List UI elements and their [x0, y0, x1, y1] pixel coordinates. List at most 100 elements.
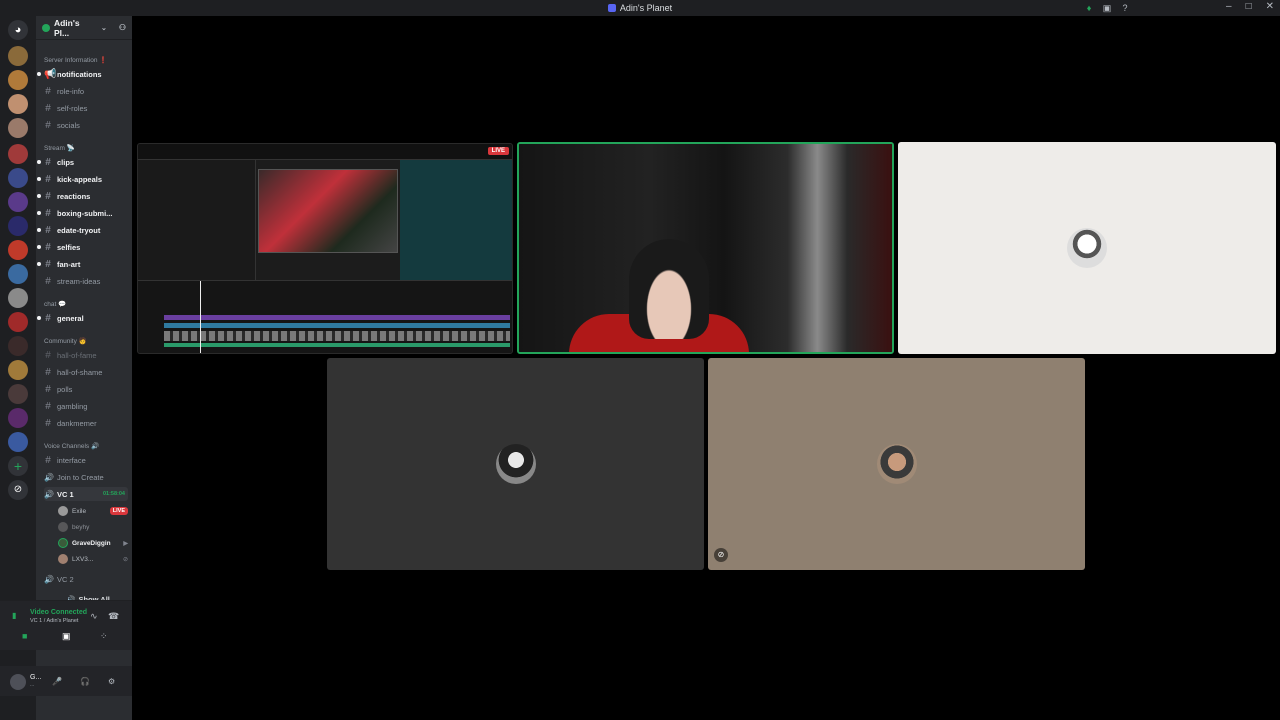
user-status: ...	[30, 682, 35, 688]
server-avatar[interactable]	[8, 192, 28, 212]
channel-polls[interactable]: # polls	[44, 382, 128, 396]
channel-vc2[interactable]: 🔊 VC 2	[44, 572, 128, 586]
timeline-track	[164, 331, 510, 341]
channel-gambling[interactable]: # gambling	[44, 399, 128, 413]
inbox-icon[interactable]: ▣	[1102, 3, 1112, 13]
participant-tile[interactable]	[327, 358, 704, 570]
channel-label: stream-ideas	[57, 276, 101, 286]
category-server-information[interactable]: Server Information ❗	[44, 56, 107, 64]
server-avatar[interactable]	[8, 216, 28, 236]
category-chat[interactable]: chat 💬	[44, 300, 66, 308]
voice-user[interactable]: LXV3... ⊘	[58, 552, 128, 566]
voice-channel-path[interactable]: VC 1 / Adin's Planet	[30, 618, 78, 624]
channel-label: hall-of-fame	[57, 350, 97, 360]
nitro-icon[interactable]: ♦	[1084, 3, 1094, 13]
hash-icon: #	[45, 349, 51, 361]
noise-suppression-icon[interactable]: ∿	[90, 611, 98, 622]
voice-user-name: beyhy	[72, 523, 90, 531]
channel-dankmemer[interactable]: # dankmemer	[44, 416, 128, 430]
microphone-icon[interactable]: 🎤	[52, 677, 62, 686]
channel-hall-of-shame[interactable]: # hall-of-shame	[44, 365, 128, 379]
editor-preview	[258, 169, 398, 253]
channel-kick-appeals[interactable]: # kick-appeals	[37, 172, 128, 186]
channel-vc1[interactable]: 🔊 VC 1 01:58:04	[44, 487, 128, 501]
channel-label: general	[57, 313, 84, 323]
server-avatar[interactable]	[8, 144, 28, 164]
channel-boxing-submissions[interactable]: # boxing-submi...	[37, 206, 128, 220]
hash-icon: #	[45, 417, 51, 429]
channel-hall-of-fame[interactable]: # hall-of-fame	[44, 348, 128, 362]
channel-clips[interactable]: # clips	[37, 155, 128, 169]
editor-media-panel	[138, 160, 256, 280]
category-community[interactable]: Community 🧑	[44, 337, 87, 345]
hash-icon: #	[45, 241, 51, 253]
minimize-icon[interactable]: –	[1226, 1, 1232, 12]
server-avatar[interactable]	[8, 360, 28, 380]
hash-icon: #	[45, 85, 51, 97]
activities-icon[interactable]: ⁘	[100, 631, 108, 642]
maximize-icon[interactable]: □	[1246, 1, 1252, 12]
disconnect-icon[interactable]: ☎	[108, 611, 119, 622]
server-avatar[interactable]	[8, 70, 28, 90]
hash-icon: #	[45, 383, 51, 395]
channel-socials[interactable]: # socials	[44, 118, 128, 132]
hash-icon: #	[45, 119, 51, 131]
call-timer: 01:58:04	[102, 491, 125, 497]
user-name[interactable]: G...	[30, 674, 41, 681]
channel-fan-art[interactable]: # fan-art	[37, 257, 128, 271]
unread-dot	[37, 211, 41, 215]
server-avatar[interactable]	[8, 46, 28, 66]
headphones-icon[interactable]: 🎧	[80, 677, 90, 686]
channel-label: fan-art	[57, 259, 81, 269]
announcement-icon: 📢	[44, 68, 57, 80]
category-voice-channels[interactable]: Voice Channels 🔊	[44, 442, 99, 450]
server-avatar[interactable]	[8, 384, 28, 404]
close-icon[interactable]: ✕	[1266, 1, 1274, 12]
server-avatar[interactable]	[8, 432, 28, 452]
chevron-down-icon: ⌄	[100, 24, 107, 32]
hash-icon: #	[45, 400, 51, 412]
avatar[interactable]	[10, 674, 26, 690]
participant-tile[interactable]	[898, 142, 1276, 354]
hash-icon: #	[45, 454, 51, 466]
server-header[interactable]: Adin's Pl... ⌄ ⚇	[36, 16, 132, 40]
settings-gear-icon[interactable]: ⚙	[108, 677, 115, 686]
channel-self-roles[interactable]: # self-roles	[44, 101, 128, 115]
voice-user[interactable]: beyhy	[58, 520, 128, 534]
server-avatar[interactable]	[8, 94, 28, 114]
channel-selfies[interactable]: # selfies	[37, 240, 128, 254]
voice-status[interactable]: Video Connected	[30, 609, 87, 616]
category-stream[interactable]: Stream 📡	[44, 144, 75, 152]
screen-share-tile[interactable]: LIVE	[137, 143, 513, 354]
channel-label: socials	[57, 120, 80, 130]
server-avatar[interactable]	[8, 118, 28, 138]
channel-edate-tryout[interactable]: # edate-tryout	[37, 223, 128, 237]
discord-icon[interactable]: ◕	[8, 20, 28, 40]
participant-tile[interactable]: ⊘	[708, 358, 1085, 570]
hash-icon: #	[45, 173, 51, 185]
channel-role-info[interactable]: # role-info	[44, 84, 128, 98]
server-avatar[interactable]	[8, 240, 28, 260]
channel-interface[interactable]: # interface	[44, 453, 128, 467]
camera-icon[interactable]: ■	[22, 631, 27, 641]
channel-label: kick-appeals	[57, 174, 103, 184]
voice-user[interactable]: Exile LIVE	[58, 504, 128, 518]
screen-share-icon[interactable]: ▣	[62, 631, 71, 642]
server-avatar[interactable]	[8, 168, 28, 188]
discover-icon[interactable]: ⊘	[8, 480, 28, 500]
voice-user[interactable]: GraveDiggin ▶	[58, 536, 128, 550]
channel-stream-ideas[interactable]: # stream-ideas	[44, 274, 128, 288]
channel-notifications[interactable]: 📢 notifications	[37, 67, 128, 81]
help-icon[interactable]: ?	[1120, 3, 1130, 13]
server-avatar[interactable]	[8, 288, 28, 308]
server-avatar[interactable]	[8, 408, 28, 428]
add-member-icon[interactable]: ⚇	[119, 23, 126, 32]
channel-general[interactable]: # general	[37, 311, 128, 325]
channel-reactions[interactable]: # reactions	[37, 189, 128, 203]
webcam-tile-speaking[interactable]	[517, 142, 894, 354]
add-server-icon[interactable]: +	[8, 456, 28, 476]
server-avatar[interactable]	[8, 264, 28, 284]
server-avatar[interactable]	[8, 312, 28, 332]
server-avatar[interactable]	[8, 336, 28, 356]
channel-join-to-create[interactable]: 🔊 Join to Create	[44, 470, 128, 484]
